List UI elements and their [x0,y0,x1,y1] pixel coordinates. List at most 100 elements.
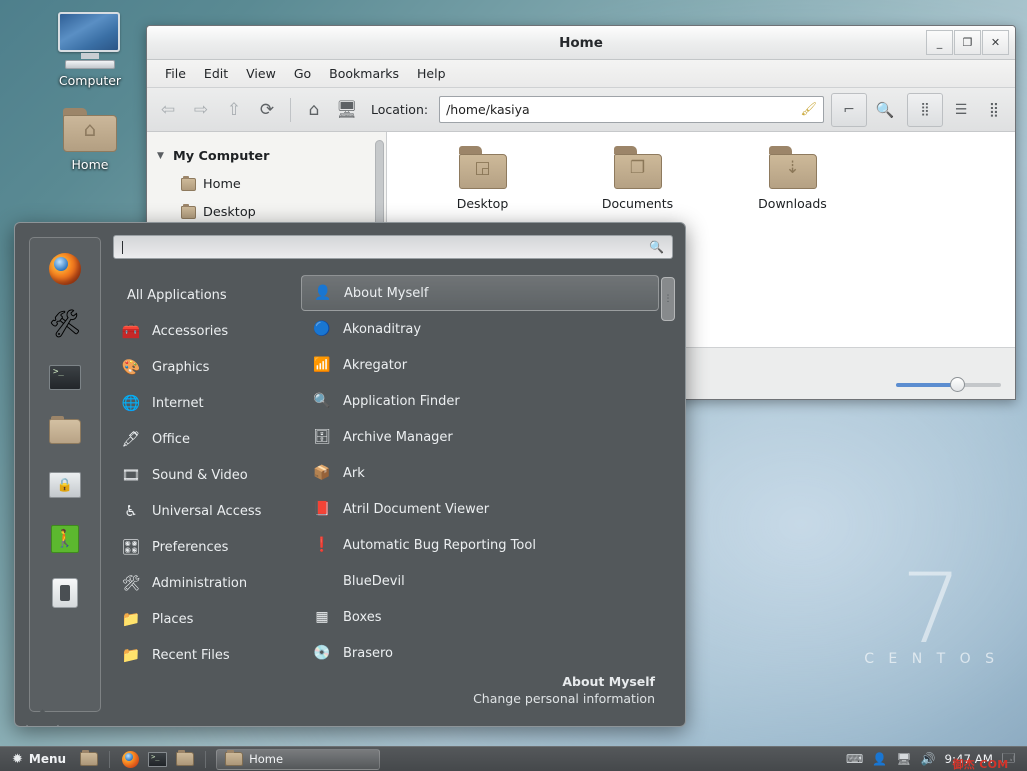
file-item[interactable]: ⇣ Downloads [715,146,870,211]
application-list-scrollbar[interactable]: ⋮ [661,277,675,664]
minimize-button[interactable]: _ [926,30,953,55]
desktop-icon-label: Computer [40,73,140,88]
menu-view[interactable]: View [238,63,284,84]
settings-tools-launcher[interactable]: 🛠 [47,306,83,340]
user-icon[interactable]: 👤 [872,752,887,766]
search-icon[interactable]: 🔍 [870,95,900,125]
volume-icon[interactable]: 🔊 [921,752,936,766]
open-terminal-icon[interactable]: ⌐ [834,95,864,125]
maximize-button[interactable]: ❐ [954,30,981,55]
category-places[interactable]: 📁 Places [113,601,301,637]
file-manager-launcher[interactable] [47,414,83,448]
app-item-brasero[interactable]: 💿 Brasero [301,635,659,671]
show-desktop-icon[interactable]: 🗔 [1002,749,1015,770]
category-office[interactable]: 🖋 Office [113,421,301,457]
keyboard-icon[interactable]: ⌨ [846,752,863,766]
home-icon[interactable]: ⌂ [299,95,329,125]
category-all-applications[interactable]: All Applications [113,277,301,313]
app-item-automatic-bug-reporting-tool[interactable]: ❗ Automatic Bug Reporting Tool [301,527,659,563]
akonaditray-icon: 🔵 [311,319,333,339]
app-item-archive-manager[interactable]: 🗄 Archive Manager [301,419,659,455]
sidebar-root-label: My Computer [173,149,269,164]
category-label: Administration [152,576,247,591]
category-accessories[interactable]: 🧰 Accessories [113,313,301,349]
clock[interactable]: 9:47 AM 御杰 COM [944,752,993,766]
app-item-akregator[interactable]: 📶 Akregator [301,347,659,383]
start-menu-button[interactable]: ✹ Menu [6,752,72,767]
footer-title: About Myself [113,674,655,689]
app-item-boxes[interactable]: ▦ Boxes [301,599,659,635]
recent-files-folder-icon: 📁 [119,645,143,665]
app-item-akonaditray[interactable]: 🔵 Akonaditray [301,311,659,347]
menu-bookmarks[interactable]: Bookmarks [321,63,407,84]
display-icon[interactable]: 🖥 [896,752,911,766]
folder-icon: ⇣ [766,146,820,192]
lock-screen-launcher[interactable]: 🔒 [47,468,83,502]
terminal-launcher[interactable]: >_ [47,360,83,394]
log-out-launcher[interactable]: 🚶 [47,522,83,556]
accessories-icon: 🧰 [119,321,143,341]
category-graphics[interactable]: 🎨 Graphics [113,349,301,385]
app-item-application-finder[interactable]: 🔍 Application Finder [301,383,659,419]
category-sound-video[interactable]: 🎞 Sound & Video [113,457,301,493]
app-label: About Myself [344,286,428,301]
desktop-icon-home[interactable]: ⌂ Home [40,106,140,172]
list-view-icon[interactable]: ☰ [946,95,976,125]
window-titlebar[interactable]: Home _ ❐ ✕ [147,26,1015,60]
archive-manager-icon: 🗄 [311,427,333,447]
chevron-down-icon[interactable]: ▼ [157,151,173,161]
category-recent-files[interactable]: 📁 Recent Files [113,637,301,673]
app-item-atril-document-viewer[interactable]: 📕 Atril Document Viewer [301,491,659,527]
compact-view-icon[interactable]: ⣿ [979,95,1009,125]
search-icon[interactable]: 🔍 [649,240,664,254]
desktop-icon-computer[interactable]: Computer [40,12,140,88]
forward-icon[interactable]: ⇨ [186,95,216,125]
reload-icon[interactable]: ⟳ [252,95,282,125]
terminal-launcher[interactable]: >_ [147,750,168,769]
menu-go[interactable]: Go [286,63,319,84]
akregator-icon: 📶 [311,355,333,375]
app-label: Boxes [343,610,382,625]
category-label: Office [152,432,190,447]
category-administration[interactable]: 🛠 Administration [113,565,301,601]
centos-name: C E N T O S [864,651,999,667]
app-item-ark[interactable]: 📦 Ark [301,455,659,491]
taskbar-window-home[interactable]: Home [216,749,380,770]
internet-icon: 🌐 [119,393,143,413]
category-preferences[interactable]: 🎛 Preferences [113,529,301,565]
app-label: Application Finder [343,394,460,409]
menu-help[interactable]: Help [409,63,454,84]
broom-icon[interactable]: 🖌 [800,102,817,117]
file-item[interactable]: ❐ Documents [560,146,715,211]
back-icon[interactable]: ⇦ [153,95,183,125]
app-item-bluedevil[interactable]: BlueDevil [301,563,659,599]
file-manager-launcher[interactable] [174,750,195,769]
category-internet[interactable]: 🌐 Internet [113,385,301,421]
computer-icon[interactable]: 🖥 [332,95,362,125]
location-input[interactable]: /home/kasiya 🖌 [439,96,824,123]
zoom-slider[interactable] [896,377,1001,391]
desktop-launcher[interactable] [78,750,99,769]
folder-icon [181,178,196,191]
sidebar-item-home[interactable]: Home [147,170,386,198]
search-input[interactable]: 🔍 [113,235,673,259]
sidebar-root-my-computer[interactable]: ▼ My Computer [147,142,386,170]
shutdown-launcher[interactable] [47,576,83,610]
grid-icon[interactable]: ⣿ [910,95,940,125]
firefox-launcher[interactable] [47,252,83,286]
app-label: Brasero [343,646,393,661]
desktop-icons: Computer ⌂ Home [40,12,140,190]
toolbar-divider [290,98,291,122]
close-button[interactable]: ✕ [982,30,1009,55]
office-icon: 🖋 [119,429,143,449]
firefox-launcher[interactable] [120,750,141,769]
file-item[interactable]: ◲ Desktop [405,146,560,211]
menu-file[interactable]: File [157,63,194,84]
up-icon[interactable]: ⇧ [219,95,249,125]
app-item-about-myself[interactable]: 👤 About Myself [301,275,659,311]
atril-icon: 📕 [311,499,333,519]
category-label: Accessories [152,324,228,339]
menu-edit[interactable]: Edit [196,63,236,84]
category-universal-access[interactable]: ♿ Universal Access [113,493,301,529]
graphics-icon: 🎨 [119,357,143,377]
